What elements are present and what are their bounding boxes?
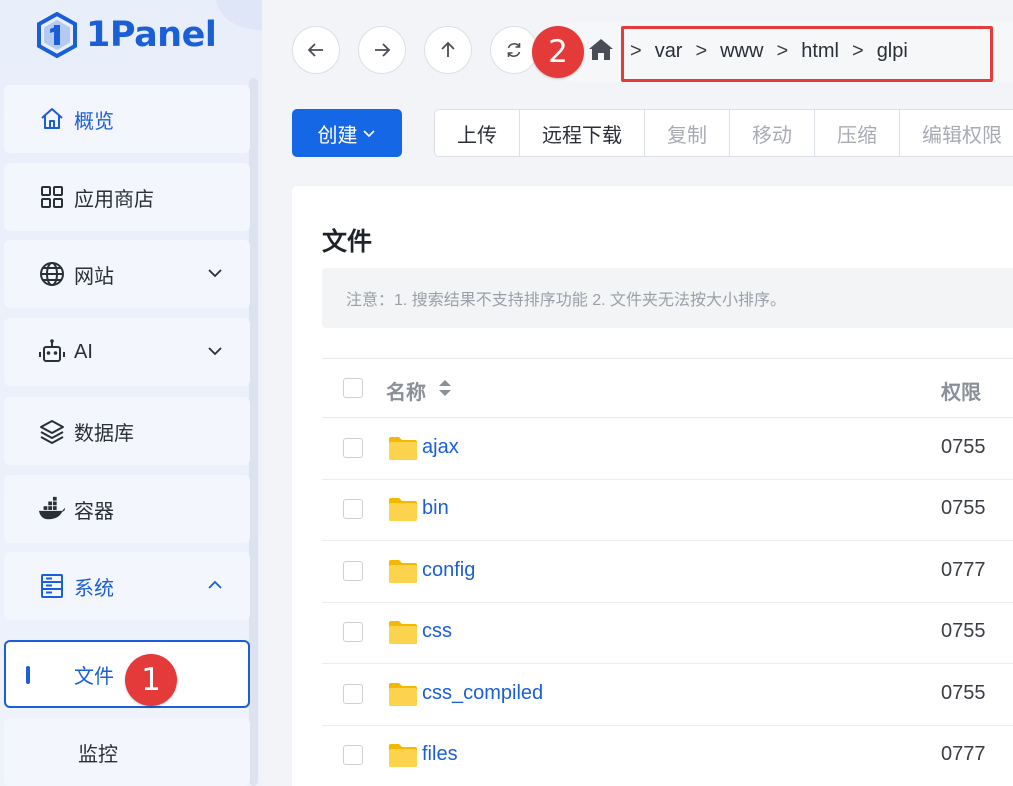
- file-permission: 0777: [941, 743, 986, 765]
- table-row[interactable]: css_compiled 0755: [322, 664, 1013, 726]
- robot-icon: [38, 338, 66, 366]
- arrow-up-icon: [441, 41, 455, 57]
- sort-icon[interactable]: [437, 378, 453, 403]
- arrow-right-icon: [375, 43, 391, 57]
- table-row[interactable]: ajax 0755: [322, 418, 1013, 480]
- row-checkbox[interactable]: [343, 622, 363, 643]
- move-button[interactable]: 移动: [730, 110, 815, 156]
- chevron-down-icon: [362, 130, 375, 138]
- arrow-left-icon: [307, 43, 323, 57]
- copy-button[interactable]: 复制: [645, 110, 730, 156]
- file-permission: 0755: [941, 436, 986, 458]
- table-row[interactable]: bin 0755: [322, 479, 1013, 542]
- annotation-badge-1: 1: [125, 654, 177, 706]
- column-header-permission: 权限: [941, 382, 981, 404]
- decorative-blob: [215, 0, 262, 30]
- file-name-link[interactable]: css: [422, 620, 452, 643]
- annotation-highlight-box: [621, 26, 993, 82]
- folder-icon: [388, 435, 418, 466]
- remote-download-button[interactable]: 远程下载: [520, 110, 645, 156]
- sidebar-subitem-label: 文件: [74, 665, 114, 688]
- database-layers-icon: [38, 417, 66, 445]
- app-name: 1Panel: [86, 15, 217, 55]
- file-permission: 0755: [941, 681, 986, 704]
- sidebar-item-label: 网站: [74, 265, 114, 288]
- globe-icon: [38, 260, 66, 288]
- home-path-icon[interactable]: [588, 38, 614, 67]
- sidebar-item-label: 系统: [74, 577, 114, 600]
- table-row[interactable]: config 0777: [322, 541, 1013, 603]
- sidebar-item-containers[interactable]: 容器: [4, 475, 250, 543]
- file-permission: 0755: [941, 497, 986, 520]
- file-name-link[interactable]: ajax: [422, 436, 459, 459]
- row-checkbox[interactable]: [343, 438, 363, 458]
- file-name-link[interactable]: files: [422, 743, 458, 766]
- logo-icon: [37, 12, 77, 58]
- chevron-down-icon: [208, 269, 222, 278]
- select-all-checkbox[interactable]: [343, 378, 363, 398]
- sidebar-item-database[interactable]: 数据库: [4, 397, 250, 465]
- table-row[interactable]: files 0777: [322, 725, 1013, 786]
- create-label: 创建: [317, 124, 358, 147]
- chevron-up-icon: [208, 580, 222, 589]
- home-icon: [38, 105, 66, 133]
- folder-icon: [388, 496, 418, 527]
- row-checkbox[interactable]: [343, 683, 363, 704]
- sidebar-scrollbar[interactable]: [249, 78, 258, 786]
- forward-button[interactable]: [358, 26, 406, 74]
- sidebar-subitem-monitor[interactable]: 监控: [4, 718, 250, 786]
- annotation-badge-2: 2: [532, 26, 584, 78]
- table-row[interactable]: css 0755: [322, 602, 1013, 665]
- page-title: 文件: [322, 228, 373, 256]
- app-logo[interactable]: 1Panel: [36, 10, 217, 60]
- create-dropdown-button[interactable]: 创建: [292, 109, 402, 157]
- file-permission: 0777: [941, 558, 986, 581]
- sidebar-subitem-label: 监控: [78, 743, 118, 766]
- refresh-icon: [507, 43, 521, 57]
- system-icon: [38, 572, 66, 600]
- app-store-icon: [38, 183, 66, 211]
- upload-button[interactable]: 上传: [435, 110, 520, 156]
- edit-permissions-button[interactable]: 编辑权限: [900, 110, 1013, 156]
- sidebar-item-label: 应用商店: [74, 188, 154, 211]
- sidebar-item-label: 概览: [74, 110, 114, 133]
- folder-icon: [388, 742, 418, 773]
- sidebar-item-system[interactable]: 系统: [4, 552, 250, 620]
- file-action-toolbar: 上传 远程下载 复制 移动 压缩 编辑权限: [434, 109, 1013, 157]
- sidebar-item-label: 数据库: [74, 422, 134, 445]
- selected-indicator: [26, 666, 30, 684]
- back-button[interactable]: [292, 26, 340, 74]
- compress-button[interactable]: 压缩: [815, 110, 900, 156]
- sidebar-item-app-store[interactable]: 应用商店: [4, 163, 250, 231]
- docker-icon: [38, 495, 66, 523]
- sidebar-item-ai[interactable]: AI: [4, 318, 250, 386]
- sidebar-item-label: AI: [74, 340, 93, 363]
- row-checkbox[interactable]: [343, 745, 363, 765]
- sidebar-item-overview[interactable]: 概览: [4, 85, 250, 153]
- sidebar-item-label: 容器: [74, 500, 114, 523]
- refresh-button[interactable]: [490, 26, 538, 74]
- file-name-link[interactable]: css_compiled: [422, 682, 543, 705]
- folder-icon: [388, 681, 418, 712]
- file-permission: 0755: [941, 620, 986, 643]
- file-name-link[interactable]: bin: [422, 497, 449, 520]
- notice-banner: 注意：1. 搜索结果不支持排序功能 2. 文件夹无法按大小排序。: [322, 268, 1013, 328]
- row-checkbox[interactable]: [343, 499, 363, 520]
- chevron-down-icon: [208, 347, 222, 356]
- folder-icon: [388, 619, 418, 650]
- up-directory-button[interactable]: [424, 26, 472, 74]
- column-header-name[interactable]: 名称: [386, 376, 426, 405]
- file-name-link[interactable]: config: [422, 559, 475, 582]
- row-checkbox[interactable]: [343, 560, 363, 581]
- folder-icon: [388, 558, 418, 589]
- sidebar-item-websites[interactable]: 网站: [4, 240, 250, 308]
